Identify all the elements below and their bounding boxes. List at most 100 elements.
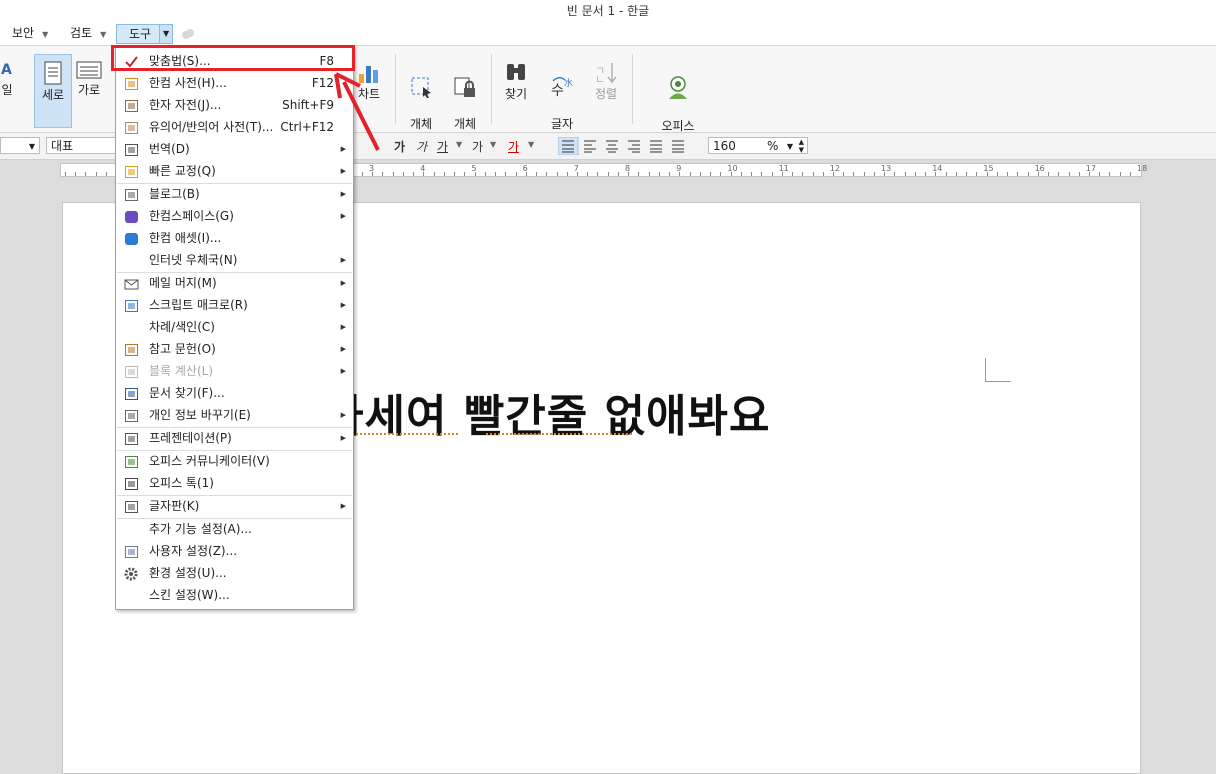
ruler-tick: [987, 172, 988, 176]
ruler-tick: [1109, 172, 1110, 176]
menu-item-quick-correct[interactable]: 빠른 교정(Q) ▶: [117, 160, 352, 182]
svg-text:A: A: [1, 62, 12, 78]
menu-item-mail[interactable]: 메일 머지(M) ▶: [117, 272, 352, 294]
hanja-icon: [124, 98, 139, 112]
ruler-tick: [741, 172, 742, 176]
chevron-down-icon[interactable]: ▼: [456, 140, 462, 149]
menu-item-office-talk[interactable]: 오피스 톡(1): [117, 472, 352, 494]
ruler-tick: [772, 172, 773, 176]
menu-item-communicator[interactable]: 오피스 커뮤니케이터(V): [117, 450, 352, 472]
ruler-tick: [464, 172, 465, 176]
ruler-number: 12: [829, 164, 840, 173]
vertical-scrollbar[interactable]: [1203, 178, 1216, 761]
partial-label: 일: [1, 83, 13, 97]
chevron-down-icon[interactable]: ▼: [490, 140, 496, 149]
macro-icon: [124, 298, 139, 312]
menu-item-label: 한컴스페이스(G): [149, 209, 234, 223]
ruler-tick: [761, 172, 762, 176]
menu-item-keyboard[interactable]: 글자판(K) ▶: [117, 495, 352, 517]
find-button[interactable]: 찾기: [500, 60, 532, 102]
menu-item-find-doc[interactable]: 문서 찾기(F)...: [117, 382, 352, 404]
menu-item-item-12[interactable]: 차례/색인(C) ▶: [117, 316, 352, 338]
ruler-tick: [1079, 172, 1080, 176]
italic-button[interactable]: 가: [416, 138, 427, 155]
menu-item-label: 빠른 교정(Q): [149, 164, 216, 178]
menu-item-thesaurus[interactable]: 유의어/반의어 사전(T)... Ctrl+F12: [117, 116, 352, 138]
portrait-page-icon: [44, 61, 62, 85]
underline-button[interactable]: 가: [437, 138, 448, 155]
menu-item-label: 한컴 사전(H)...: [149, 76, 227, 90]
ruler-tick: [382, 172, 383, 176]
ruler-tick: [587, 172, 588, 176]
ruler-tick: [966, 172, 967, 176]
strikethrough-button[interactable]: 가: [472, 138, 483, 155]
tab-review[interactable]: 검토 ▼: [70, 24, 106, 43]
ruler-tick: [976, 172, 977, 176]
chevron-down-icon[interactable]: ▼: [528, 140, 534, 149]
ruler-tick: [1028, 172, 1029, 176]
menu-item-label: 스크립트 매크로(R): [149, 298, 248, 312]
menu-item-hancom-asset[interactable]: 한컴 애셋(I)...: [117, 227, 352, 249]
font-select[interactable]: 대표: [46, 137, 118, 154]
menu-item-reference[interactable]: 참고 문헌(O) ▶: [117, 338, 352, 360]
ruler-tick: [434, 172, 435, 176]
ruler-tick: [710, 172, 711, 176]
partial-button[interactable]: A 일: [0, 56, 14, 98]
ruler-tick: [608, 172, 609, 176]
font-color-button[interactable]: 가: [508, 138, 519, 155]
menu-item-label: 환경 설정(U)...: [149, 566, 227, 580]
spelling-squiggle: [486, 433, 634, 435]
ruler-tick: [1007, 172, 1008, 176]
menu-item-macro[interactable]: 스크립트 매크로(R) ▶: [117, 294, 352, 316]
menu-item-label: 차례/색인(C): [149, 320, 215, 334]
alignment-buttons[interactable]: [558, 137, 688, 155]
menu-item-hancom-space[interactable]: 한컴스페이스(G) ▶: [117, 205, 352, 227]
ruler-tick: [935, 172, 936, 176]
menu-item-hanja[interactable]: 한자 자전(J)... Shift+F9: [117, 94, 352, 116]
zoom-input[interactable]: 160 % ▼ ▲ ▼: [708, 137, 808, 154]
menu-item-item-24[interactable]: 스킨 설정(W)...: [117, 584, 352, 606]
tab-review-label: 검토: [70, 26, 93, 40]
menu-item-item-21[interactable]: 추가 기능 설정(A)...: [117, 518, 352, 540]
chevron-down-icon[interactable]: ▼: [787, 138, 793, 155]
ruler-tick: [475, 172, 476, 176]
title-bar: 빈 문서 1 - 한글: [0, 0, 1216, 22]
tab-tools[interactable]: 도구 ▼: [116, 24, 174, 44]
menu-item-user-settings[interactable]: 사용자 설정(Z)...: [117, 540, 352, 562]
ruler-number: 18: [1137, 164, 1148, 173]
landscape-page-icon: [76, 61, 102, 79]
menu-item-label: 한컴 애셋(I)...: [149, 231, 222, 245]
menu-item-label: 블록 계산(L): [149, 364, 214, 378]
chevron-right-icon: ▶: [340, 301, 346, 309]
ruler-tick: [413, 172, 414, 176]
chevron-right-icon: ▶: [340, 502, 346, 510]
menu-item-blog[interactable]: 블로그(B) ▶: [117, 183, 352, 205]
menu-item-presentation[interactable]: 프레젠테이션(P) ▶: [117, 427, 352, 449]
ruler-tick: [65, 172, 66, 176]
tab-security[interactable]: 보안 ▼: [12, 24, 48, 43]
menu-item-translate[interactable]: 번역(D) ▶: [117, 138, 352, 160]
ruler-tick: [403, 172, 404, 176]
portrait-button[interactable]: 세로: [34, 54, 72, 128]
annotation-arrow-icon: [334, 72, 380, 151]
presentation-icon: [124, 431, 139, 445]
landscape-button[interactable]: 가로: [74, 60, 104, 98]
chevron-down-icon[interactable]: ▼: [159, 25, 173, 43]
bold-button[interactable]: 가: [394, 138, 405, 155]
thesaurus-icon: [124, 120, 139, 134]
sort-label: 정렬: [594, 87, 618, 101]
menu-item-personal-info[interactable]: 개인 정보 바꾸기(E) ▶: [117, 404, 352, 426]
menu-item-dictionary[interactable]: 한컴 사전(H)... F12: [117, 72, 352, 94]
menu-item-label: 오피스 커뮤니케이터(V): [149, 454, 270, 468]
style-select[interactable]: ▼: [0, 137, 40, 154]
svg-text:水: 水: [564, 77, 573, 89]
menu-item-label: 유의어/반의어 사전(T)...: [149, 120, 274, 134]
ruler-tick: [372, 172, 373, 176]
menu-item-gear[interactable]: 환경 설정(U)...: [117, 562, 352, 584]
ruler-tick: [454, 172, 455, 176]
chevron-right-icon: ▶: [340, 212, 346, 220]
ruler-tick: [679, 172, 680, 176]
sort-button[interactable]: ㄱㄴ 정렬: [590, 60, 622, 102]
menu-item-item-9[interactable]: 인터넷 우체국(N) ▶: [117, 249, 352, 271]
spinner-icon[interactable]: ▲ ▼: [799, 138, 804, 154]
